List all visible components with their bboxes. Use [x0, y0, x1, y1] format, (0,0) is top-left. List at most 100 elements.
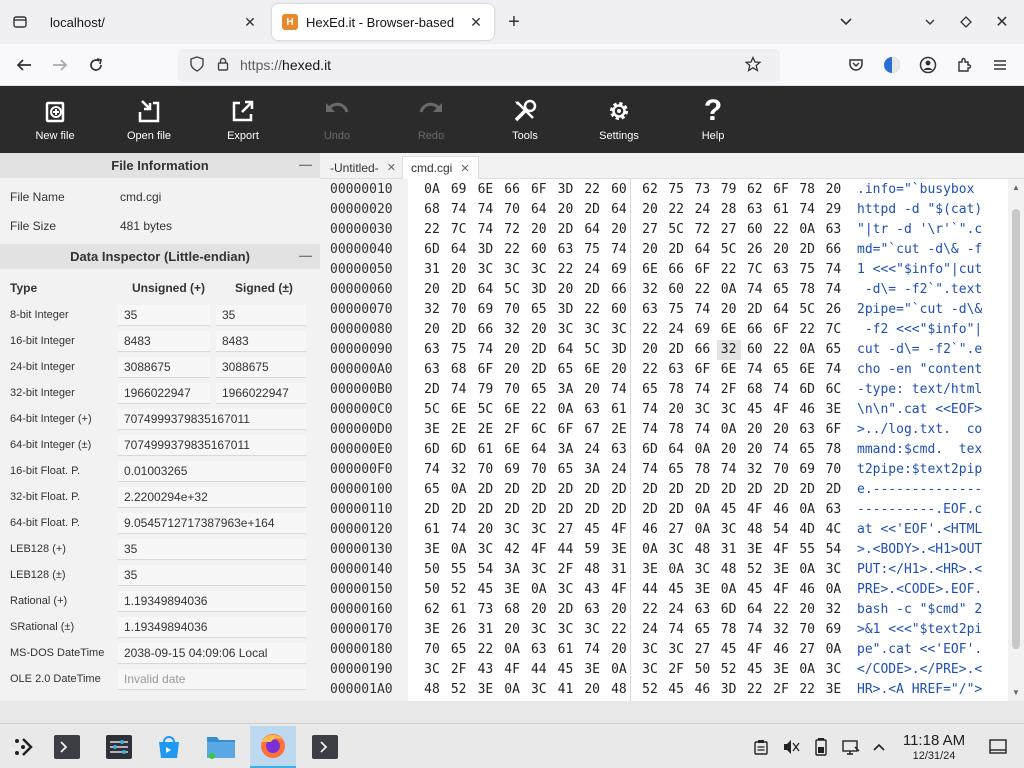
hex-byte[interactable]: 3E — [500, 580, 524, 600]
hex-byte[interactable]: 66 — [690, 340, 714, 360]
tools-button[interactable]: Tools — [482, 86, 568, 153]
hex-byte[interactable]: 52 — [447, 680, 471, 700]
ascii-text[interactable]: \n\n".cat <<EOF> — [857, 400, 982, 420]
help-button[interactable]: ? Help — [670, 86, 756, 153]
hex-byte[interactable]: 20 — [580, 380, 604, 400]
hex-byte[interactable]: 74 — [473, 220, 497, 240]
hex-byte[interactable]: 20 — [500, 360, 524, 380]
hex-byte[interactable]: 43 — [580, 580, 604, 600]
hex-byte[interactable]: 2D — [664, 500, 688, 520]
signed-value-field[interactable]: 35 — [216, 304, 306, 326]
browser-tab-localhost[interactable]: localhost/ ✕ — [40, 4, 268, 40]
open-file-button[interactable]: Open file — [106, 86, 192, 153]
clipboard-icon[interactable] — [750, 736, 772, 758]
hex-byte[interactable]: 31 — [717, 540, 741, 560]
new-file-button[interactable]: New file — [12, 86, 98, 153]
hex-byte[interactable]: 20 — [769, 420, 793, 440]
hex-byte[interactable]: 64 — [554, 340, 578, 360]
hex-byte[interactable]: 4F — [743, 640, 767, 660]
hex-byte[interactable]: 70 — [500, 200, 524, 220]
hex-byte[interactable]: 54 — [473, 560, 497, 580]
hex-byte[interactable]: 61 — [769, 200, 793, 220]
hex-byte[interactable]: 60 — [743, 340, 767, 360]
system-settings-icon[interactable] — [96, 726, 142, 768]
hex-byte[interactable]: 3C — [664, 540, 688, 560]
hex-byte[interactable]: 6F — [473, 360, 497, 380]
hex-byte[interactable]: 3A — [580, 460, 604, 480]
hex-byte[interactable]: 26 — [447, 620, 471, 640]
hex-byte[interactable]: 20 — [607, 220, 631, 240]
hex-byte[interactable]: 63 — [743, 200, 767, 220]
hex-byte[interactable]: 48 — [690, 540, 714, 560]
hex-byte[interactable]: 2D — [664, 480, 688, 500]
data-value-field[interactable]: 35 — [118, 564, 306, 586]
hex-byte[interactable]: 3C — [420, 660, 444, 680]
hex-byte[interactable]: 46 — [638, 520, 662, 540]
hex-byte[interactable]: 24 — [638, 620, 662, 640]
hex-byte[interactable]: 0A — [690, 440, 714, 460]
chevron-down-icon[interactable] — [834, 10, 858, 34]
hex-byte[interactable]: 0A — [821, 640, 845, 660]
hex-byte[interactable]: 2D — [664, 240, 688, 260]
hex-byte[interactable]: 64 — [690, 240, 714, 260]
hex-byte[interactable]: 3A — [500, 560, 524, 580]
hex-byte[interactable]: 22 — [554, 260, 578, 280]
hex-byte[interactable]: 70 — [500, 300, 524, 320]
hex-byte[interactable]: 4F — [607, 580, 631, 600]
hex-byte[interactable]: 60 — [607, 300, 631, 320]
hex-byte[interactable]: 2D — [743, 300, 767, 320]
hex-byte[interactable]: 50 — [420, 560, 444, 580]
hex-byte[interactable]: 78 — [664, 380, 688, 400]
hex-byte[interactable]: 3C — [821, 560, 845, 580]
hex-byte[interactable]: 3C — [717, 400, 741, 420]
hex-byte[interactable]: 3E — [769, 660, 793, 680]
account-icon[interactable] — [914, 52, 942, 78]
hex-byte[interactable]: 0A — [554, 400, 578, 420]
file-information-header[interactable]: File Information — — [0, 153, 320, 178]
hex-byte[interactable]: 3E — [769, 560, 793, 580]
hex-byte[interactable]: 5C — [420, 400, 444, 420]
hex-byte[interactable]: 64 — [580, 220, 604, 240]
ascii-text[interactable]: bash -c "$cmd" 2 — [857, 600, 982, 620]
hex-byte[interactable]: 2D — [527, 500, 551, 520]
hex-byte[interactable]: 44 — [554, 540, 578, 560]
hex-byte[interactable]: 7C — [743, 260, 767, 280]
data-value-field[interactable]: 2038-09-15 04:09:06 Local — [118, 642, 306, 664]
close-icon[interactable]: ✕ — [242, 14, 258, 31]
unsigned-value-field[interactable]: 35 — [118, 304, 210, 326]
editor-tab-cmd-cgi[interactable]: cmd.cgi ✕ — [402, 156, 479, 179]
hex-byte[interactable]: 2D — [527, 480, 551, 500]
hex-byte[interactable]: 5C — [500, 280, 524, 300]
volume-muted-icon[interactable] — [780, 736, 802, 758]
hex-byte[interactable]: 2D — [554, 220, 578, 240]
ascii-text[interactable]: at <<'EOF'.<HTML — [857, 520, 982, 540]
vertical-scrollbar[interactable]: ▲ ▼ — [1008, 179, 1024, 701]
hex-byte[interactable]: 0A — [795, 660, 819, 680]
hex-byte[interactable]: 75 — [447, 340, 471, 360]
hex-byte[interactable]: 3C — [607, 320, 631, 340]
hex-byte[interactable]: 24 — [580, 260, 604, 280]
hex-byte[interactable]: 2D — [447, 320, 471, 340]
hex-byte[interactable]: 20 — [554, 280, 578, 300]
hex-byte[interactable]: 52 — [743, 560, 767, 580]
hex-byte[interactable]: 4D — [795, 520, 819, 540]
hex-byte[interactable]: 6D — [420, 440, 444, 460]
hex-byte[interactable]: 69 — [473, 300, 497, 320]
hex-byte[interactable]: 2D — [607, 480, 631, 500]
hex-byte[interactable]: 52 — [638, 680, 662, 700]
hex-byte[interactable]: 29 — [821, 200, 845, 220]
hex-byte[interactable]: 6F — [690, 260, 714, 280]
hex-byte[interactable]: 69 — [821, 620, 845, 640]
hex-byte[interactable]: 0A — [638, 540, 662, 560]
hex-byte[interactable]: 65 — [527, 380, 551, 400]
hex-byte[interactable]: 2E — [447, 420, 471, 440]
hex-byte[interactable]: 26 — [821, 300, 845, 320]
hex-byte[interactable]: 2D — [447, 280, 471, 300]
hex-byte[interactable]: 45 — [664, 580, 688, 600]
hex-byte[interactable]: 63 — [607, 440, 631, 460]
hex-byte[interactable]: 32 — [447, 460, 471, 480]
hex-byte[interactable]: 2D — [743, 480, 767, 500]
hex-byte[interactable]: 52 — [717, 660, 741, 680]
hex-byte[interactable]: 74 — [607, 380, 631, 400]
hex-byte[interactable]: 20 — [527, 220, 551, 240]
